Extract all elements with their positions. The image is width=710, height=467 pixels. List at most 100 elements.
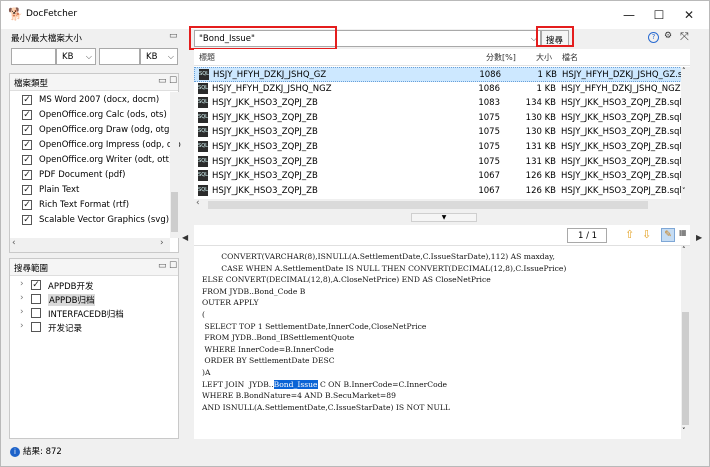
- file-types-panel: 檔案類型 ▭ ☐ ✓ MS Word 2007 (docx, docm) ✓ Open…: [9, 73, 181, 253]
- sql-file-icon: SQL: [198, 170, 208, 182]
- highlight-toggle-icon[interactable]: ✎: [661, 228, 675, 242]
- scrollbar-thumb[interactable]: [208, 201, 648, 209]
- chevron-left-icon[interactable]: ‹: [12, 238, 16, 248]
- results-hscrollbar[interactable]: ‹: [194, 198, 690, 211]
- preview-toolbar: 1 / 1 ⇧ ⇩ ✎ ▦: [194, 225, 690, 246]
- cell-filename: HSJY_JKK_HSO3_ZQPJ_ZB.sql: [561, 127, 681, 138]
- view-mode-icon[interactable]: ▦: [679, 228, 687, 237]
- chevron-down-icon[interactable]: ˅: [682, 427, 686, 435]
- code-text: ELSE CONVERT(DECIMAL(12,8),A.CloseNetPri…: [202, 275, 491, 285]
- maximize-panel-icon[interactable]: ☐: [169, 76, 177, 86]
- results-vscrollbar[interactable]: ˄ ˅: [681, 67, 690, 199]
- checkbox[interactable]: ✓: [22, 170, 32, 180]
- code-text: )A: [202, 368, 211, 377]
- checkbox[interactable]: ✓: [22, 140, 32, 150]
- next-match-icon[interactable]: ⇩: [642, 228, 651, 241]
- scrollbar-thumb[interactable]: [171, 192, 178, 232]
- close-button[interactable]: ✕: [676, 5, 702, 25]
- sash-handle[interactable]: ▼: [411, 213, 477, 222]
- checkbox[interactable]: ✓: [31, 280, 41, 290]
- checkbox[interactable]: ✓: [22, 110, 32, 120]
- annotation-search-button: [536, 26, 574, 47]
- minimize-panel-icon[interactable]: ▭: [169, 31, 178, 41]
- cell-size: 131 KB: [525, 156, 556, 167]
- file-type-label: Rich Text Format (rtf): [39, 200, 130, 210]
- code-line: CASE WHEN A.SettlementDate IS NULL THEN …: [202, 264, 566, 273]
- code-line: CONVERT(VARCHAR(8),ISNULL(A.SettlementDa…: [202, 252, 555, 261]
- results-table: 標題 分數[%] 大小 檔名 SQL HSJY_HFYH_DZKJ_JSHQ_GZ…: [194, 49, 690, 199]
- checkbox[interactable]: ✓: [22, 95, 32, 105]
- checkbox[interactable]: [31, 308, 41, 318]
- column-score[interactable]: 分數[%]: [486, 52, 516, 63]
- column-title[interactable]: 標題: [199, 52, 215, 63]
- sql-file-icon: SQL: [198, 97, 208, 109]
- min-size-input[interactable]: [11, 48, 56, 65]
- file-type-label: OpenOffice.org Draw (odg, otg): [39, 125, 173, 135]
- collapse-left-icon[interactable]: ◀: [182, 233, 188, 242]
- checkbox[interactable]: [31, 322, 41, 332]
- file-type-label: Scalable Vector Graphics (svg): [39, 215, 170, 225]
- table-row[interactable]: SQL HSJY_JKK_HSO3_ZQPJ_ZB 1075 131 KB HSJY_J…: [194, 140, 690, 155]
- maximize-panel-icon[interactable]: ☐: [169, 261, 177, 271]
- preferences-icon[interactable]: ⚙: [664, 31, 672, 41]
- table-row[interactable]: SQL HSJY_JKK_HSO3_ZQPJ_ZB 1075 130 KB HSJY_J…: [194, 125, 690, 140]
- cell-size: 131 KB: [525, 142, 556, 152]
- checkbox[interactable]: [31, 294, 41, 304]
- search-scope-header: 搜尋範圍 ▭ ☐: [10, 259, 178, 276]
- cell-score: 1086: [479, 70, 501, 80]
- max-size-input[interactable]: [99, 48, 140, 65]
- reset-layout-icon[interactable]: ⤧: [680, 30, 689, 44]
- checkbox[interactable]: ✓: [22, 125, 32, 135]
- minimize-button[interactable]: —: [616, 5, 642, 25]
- search-scope-panel: 搜尋範圍 ▭ ☐ › ✓ APPDB开发 › APPDB归档 › INTERFACEDB归档…: [9, 258, 179, 439]
- chevron-down-icon[interactable]: ˅: [682, 187, 686, 195]
- chevron-up-icon[interactable]: ˄: [682, 67, 686, 75]
- max-unit-select[interactable]: KB ⌵: [140, 48, 178, 65]
- scope-label: APPDB开发: [48, 282, 94, 292]
- file-type-label: Plain Text: [39, 185, 80, 195]
- search-highlight: Bond_Issue: [273, 379, 318, 389]
- previous-match-icon[interactable]: ⇧: [625, 228, 634, 241]
- sql-file-icon: SQL: [198, 82, 208, 94]
- code-line: LEFT JOIN JYDB..Bond_Issue C ON B.InnerC…: [202, 379, 447, 389]
- chevron-right-icon[interactable]: ›: [160, 238, 164, 248]
- table-row[interactable]: SQL HSJY_JKK_HSO3_ZQPJ_ZB 1067 126 KB HSJY_J…: [194, 169, 690, 184]
- table-row[interactable]: SQL HSJY_JKK_HSO3_ZQPJ_ZB 1075 131 KB HSJY_J…: [194, 155, 690, 170]
- file-types-scrollbar[interactable]: [170, 92, 179, 238]
- min-unit-value: KB: [62, 52, 74, 62]
- chevron-up-icon[interactable]: ˄: [682, 246, 686, 254]
- expand-arrow-icon[interactable]: ›: [20, 279, 24, 289]
- app-window: 🐕 DocFetcher — ☐ ✕ 最小/最大檔案大小 ▭ KB ⌵ KB ⌵…: [0, 0, 710, 467]
- maximize-button[interactable]: ☐: [646, 5, 672, 25]
- table-row[interactable]: SQL HSJY_HFYH_DZKJ_JSHQ_NGZ 1086 1 KB HSJY_H…: [194, 82, 690, 97]
- minimize-panel-icon[interactable]: ▭: [158, 261, 167, 271]
- cell-score: 1083: [478, 98, 500, 109]
- checkbox[interactable]: ✓: [22, 200, 32, 210]
- collapse-right-icon[interactable]: ▶: [696, 233, 702, 242]
- expand-arrow-icon[interactable]: ›: [20, 293, 24, 303]
- table-row[interactable]: SQL HSJY_JKK_HSO3_ZQPJ_ZB 1075 130 KB HSJY_J…: [194, 111, 690, 126]
- expand-arrow-icon[interactable]: ›: [20, 307, 24, 317]
- cell-size: 134 KB: [525, 98, 556, 109]
- checkbox[interactable]: ✓: [22, 155, 32, 165]
- scrollbar-thumb[interactable]: [682, 312, 689, 425]
- annotation-search-box: [189, 26, 337, 50]
- table-row[interactable]: SQL HSJY_HFYH_DZKJ_JSHQ_GZ 1086 1 KB HSJY_HF…: [194, 67, 690, 82]
- code-line: FROM JYDB..Bond_Code B: [202, 287, 305, 296]
- column-filename[interactable]: 檔名: [562, 52, 578, 63]
- code-line: ORDER BY SettlementDate DESC: [202, 356, 334, 365]
- help-icon[interactable]: ?: [648, 32, 659, 43]
- checkbox[interactable]: ✓: [22, 215, 32, 225]
- file-types-hscrollbar[interactable]: ‹ ›: [10, 238, 170, 252]
- minimize-panel-icon[interactable]: ▭: [158, 76, 167, 86]
- preview-vscrollbar[interactable]: ˄ ˅: [681, 246, 690, 439]
- file-type-label: PDF Document (pdf): [39, 170, 126, 180]
- table-row[interactable]: SQL HSJY_JKK_HSO3_ZQPJ_ZB 1067 126 KB HSJY_J…: [194, 184, 690, 199]
- table-row[interactable]: SQL HSJY_JKK_HSO3_ZQPJ_ZB 1083 134 KB HSJY_J…: [194, 96, 690, 111]
- column-size[interactable]: 大小: [536, 52, 552, 63]
- checkbox[interactable]: ✓: [22, 185, 32, 195]
- min-unit-select[interactable]: KB ⌵: [56, 48, 96, 65]
- cell-filename: HSJY_JKK_HSO3_ZQPJ_ZB.sql: [561, 112, 681, 123]
- expand-arrow-icon[interactable]: ›: [20, 321, 24, 331]
- chevron-left-icon[interactable]: ‹: [196, 198, 200, 208]
